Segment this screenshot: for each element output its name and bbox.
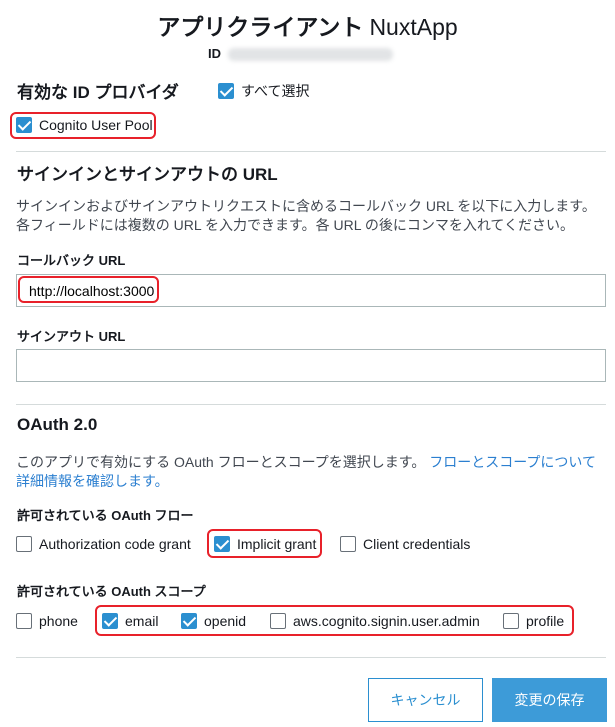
scope-aws-admin-label: aws.cognito.signin.user.admin [293,613,480,629]
scope-aws-admin-box[interactable] [270,613,286,629]
scope-openid-checkbox[interactable]: openid [181,613,246,629]
scope-phone-label: phone [39,613,78,629]
highlight-callback [18,276,159,303]
oauth-scopes-label: 許可されている OAuth スコープ [17,584,206,599]
oauth-description-text: このアプリで有効にする OAuth フローとスコープを選択します。 [16,454,426,470]
urls-description-line1: サインインおよびサインアウトリクエストに含めるコールバック URL を以下に入力… [16,198,596,214]
oauth-description: このアプリで有効にする OAuth フローとスコープを選択します。 フローとスコ… [16,453,606,491]
oauth-learn-more-link-cont[interactable]: 詳細情報を確認します。 [16,473,169,489]
provider-cognito-box[interactable] [16,117,32,133]
select-all-checkbox-box[interactable] [218,83,234,99]
flow-client-credentials-label: Client credentials [363,536,471,552]
cancel-button[interactable]: キャンセル [368,678,483,722]
urls-title: サインインとサインアウトの URL [17,165,278,184]
scope-email-box[interactable] [102,613,118,629]
provider-cognito-checkbox[interactable]: Cognito User Pool [16,117,153,133]
flow-authorization-code-box[interactable] [16,536,32,552]
scope-openid-label: openid [204,613,247,629]
providers-title: 有効な ID プロバイダ [17,83,179,102]
flow-client-credentials-box[interactable] [340,536,356,552]
scope-phone-box[interactable] [16,613,32,629]
callback-url-label: コールバック URL [17,253,126,268]
scope-email-checkbox[interactable]: email [102,613,158,629]
flow-implicit-box[interactable] [214,536,230,552]
scope-phone-checkbox[interactable]: phone [16,613,78,629]
scope-profile-checkbox[interactable]: profile [503,613,564,629]
save-button[interactable]: 変更の保存 [492,678,607,722]
oauth-title: OAuth 2.0 [17,415,98,434]
scope-email-label: email [125,613,159,629]
select-all-label: すべて選択 [241,83,310,99]
urls-description-line2: 各フィールドには複数の URL を入力できます。各 URL の後にコンマを入れて… [16,217,575,233]
divider [16,151,606,152]
oauth-learn-more-link[interactable]: フローとスコープについて [429,454,596,470]
page-title: アプリクライアント NuxtApp [0,8,615,42]
provider-cognito-label: Cognito User Pool [39,117,153,133]
oauth-flows-label: 許可されている OAuth フロー [17,508,194,523]
flow-authorization-code-checkbox[interactable]: Authorization code grant [16,536,191,552]
scope-aws-admin-checkbox[interactable]: aws.cognito.signin.user.admin [270,613,480,629]
flow-implicit-label: Implicit grant [237,536,317,552]
select-all-checkbox[interactable]: すべて選択 [218,81,309,101]
page-title-text: アプリクライアント [157,14,364,40]
id-label: ID [208,46,221,61]
scope-openid-box[interactable] [181,613,197,629]
app-name: NuxtApp [369,14,458,40]
client-id-redacted [228,48,393,61]
scope-profile-label: profile [526,613,565,629]
divider [16,404,606,405]
signout-url-input[interactable] [16,349,606,382]
flow-client-credentials-checkbox[interactable]: Client credentials [340,536,470,552]
signout-url-label: サインアウト URL [17,329,126,344]
flow-implicit-checkbox[interactable]: Implicit grant [214,536,316,552]
divider [16,657,606,658]
urls-description: サインインおよびサインアウトリクエストに含めるコールバック URL を以下に入力… [16,197,596,235]
scope-profile-box[interactable] [503,613,519,629]
flow-authorization-code-label: Authorization code grant [39,536,191,552]
